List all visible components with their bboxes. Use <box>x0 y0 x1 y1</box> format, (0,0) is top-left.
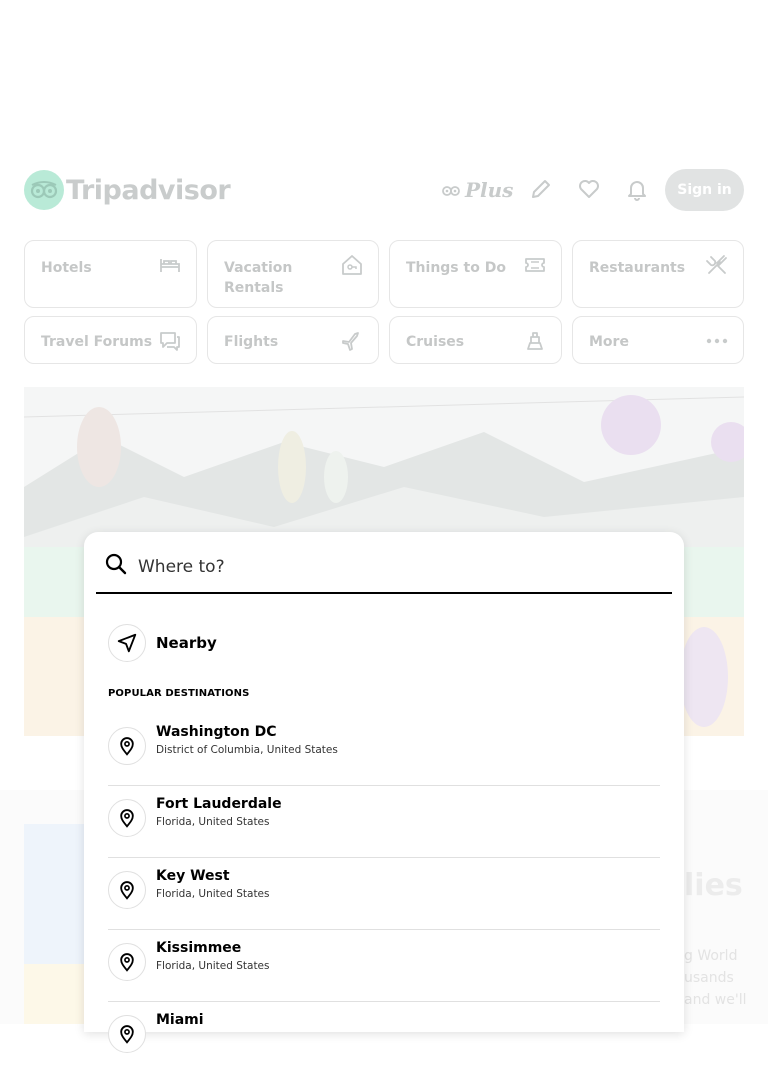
chat-bubbles-icon <box>160 332 180 351</box>
fork-knife-icon <box>706 255 727 274</box>
destination-item[interactable]: Washington DC District of Columbia, Unit… <box>108 714 660 786</box>
tab-vacation-rentals[interactable]: Vacation Rentals <box>207 240 379 308</box>
nearby-option[interactable]: Nearby <box>108 624 660 664</box>
map-pin-icon <box>108 871 146 909</box>
tab-label: Hotels <box>41 260 92 276</box>
tab-label: Vacation Rentals <box>224 260 293 296</box>
search-bar <box>96 544 672 594</box>
destination-name: Fort Lauderdale <box>156 796 282 812</box>
tripadvisor-plus-link[interactable]: Plus <box>441 178 513 202</box>
plane-icon <box>342 332 359 351</box>
ship-icon <box>527 332 543 350</box>
tab-more[interactable]: More <box>572 316 744 364</box>
destination-item[interactable]: Key West Florida, United States <box>108 858 660 930</box>
map-pin-icon <box>108 799 146 837</box>
tab-label: Things to Do <box>406 260 506 276</box>
destination-region: Florida, United States <box>156 960 270 972</box>
tab-label: Restaurants <box>589 260 686 276</box>
destination-item[interactable]: Miami <box>108 1002 660 1074</box>
pencil-icon[interactable] <box>529 177 553 201</box>
tab-label: More <box>589 334 629 350</box>
destination-item[interactable]: Fort Lauderdale Florida, United States <box>108 786 660 858</box>
bell-icon[interactable] <box>625 177 649 201</box>
destination-region: District of Columbia, United States <box>156 744 338 756</box>
search-input[interactable] <box>136 550 660 584</box>
destination-name: Washington DC <box>156 724 277 740</box>
destination-region: Florida, United States <box>156 888 270 900</box>
search-dropdown-panel: Nearby POPULAR DESTINATIONS Washington D… <box>84 532 684 1053</box>
lower-section-title: lies <box>684 868 743 903</box>
tab-label: Travel Forums <box>41 334 153 350</box>
house-key-icon <box>342 255 362 275</box>
tab-flights[interactable]: Flights <box>207 316 379 364</box>
ticket-icon <box>525 258 545 272</box>
tab-travel-forums[interactable]: Travel Forums <box>24 316 197 364</box>
lower-section-text: g World usands and we'll <box>684 945 768 1011</box>
nearby-label: Nearby <box>156 634 217 652</box>
sign-in-button[interactable]: Sign in <box>665 169 744 211</box>
tab-cruises[interactable]: Cruises <box>389 316 562 364</box>
bed-icon <box>160 259 180 272</box>
plus-label: Plus <box>465 178 514 202</box>
tab-things-to-do[interactable]: Things to Do <box>389 240 562 308</box>
tab-label: Flights <box>224 334 279 350</box>
destination-name: Kissimmee <box>156 940 242 956</box>
lower-text-line: usands <box>684 970 734 986</box>
map-pin-icon <box>108 727 146 765</box>
owl-logo-icon <box>24 170 64 210</box>
tripadvisor-logo[interactable]: Tripadvisor <box>24 170 231 210</box>
destination-item[interactable]: Kissimmee Florida, United States <box>108 930 660 1002</box>
navigation-arrow-icon <box>108 624 146 662</box>
popular-destinations-heading: POPULAR DESTINATIONS <box>108 688 250 699</box>
lower-text-line: g World <box>684 948 738 964</box>
more-dots-icon <box>706 338 728 344</box>
owl-small-icon <box>442 186 460 196</box>
lower-text-line: and we'll <box>684 992 747 1008</box>
heart-icon[interactable] <box>577 177 601 201</box>
logo-wordmark: Tripadvisor <box>66 174 231 206</box>
search-icon <box>105 553 127 575</box>
destination-name: Key West <box>156 868 230 884</box>
tab-restaurants[interactable]: Restaurants <box>572 240 744 308</box>
tab-label: Cruises <box>406 334 465 350</box>
destination-region: Florida, United States <box>156 816 270 828</box>
destination-name: Miami <box>156 1012 204 1028</box>
map-pin-icon <box>108 943 146 981</box>
tab-hotels[interactable]: Hotels <box>24 240 197 308</box>
map-pin-icon <box>108 1015 146 1053</box>
